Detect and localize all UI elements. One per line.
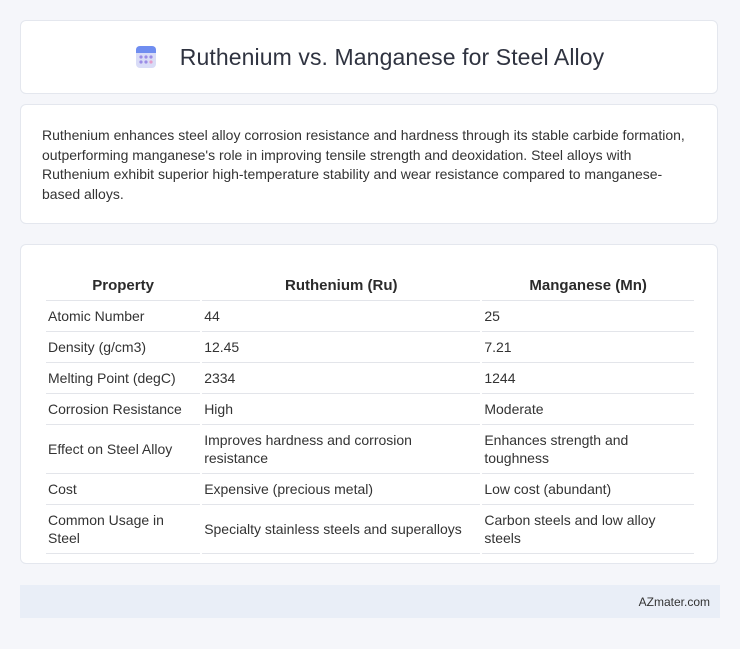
table-row: Common Usage in Steel Specialty stainles… xyxy=(46,505,694,554)
property-cell: Melting Point (degC) xyxy=(46,363,201,394)
footer-bar: AZmater.com xyxy=(20,585,720,618)
property-cell: Corrosion Resistance xyxy=(46,394,201,425)
ruthenium-cell: 12.45 xyxy=(202,332,481,363)
title-wrap: Ruthenium vs. Manganese for Steel Alloy xyxy=(134,44,605,71)
ruthenium-cell: 44 xyxy=(202,301,481,332)
title-card: Ruthenium vs. Manganese for Steel Alloy xyxy=(20,20,718,94)
manganese-cell: Enhances strength and toughness xyxy=(482,425,694,474)
comparison-table: Property Ruthenium (Ru) Manganese (Mn) A… xyxy=(44,265,696,554)
header-ruthenium: Ruthenium (Ru) xyxy=(202,265,481,301)
table-row: Melting Point (degC) 2334 1244 xyxy=(46,363,694,394)
property-cell: Common Usage in Steel xyxy=(46,505,201,554)
manganese-cell: Moderate xyxy=(482,394,694,425)
manganese-cell: 25 xyxy=(482,301,694,332)
table-row: Atomic Number 44 25 xyxy=(46,301,694,332)
ruthenium-cell: High xyxy=(202,394,481,425)
table-row: Cost Expensive (precious metal) Low cost… xyxy=(46,474,694,505)
ruthenium-cell: Expensive (precious metal) xyxy=(202,474,481,505)
ruthenium-cell: 2334 xyxy=(202,363,481,394)
manganese-cell: 1244 xyxy=(482,363,694,394)
intro-text: Ruthenium enhances steel alloy corrosion… xyxy=(42,127,685,202)
manganese-cell: Carbon steels and low alloy steels xyxy=(482,505,694,554)
table-header-row: Property Ruthenium (Ru) Manganese (Mn) xyxy=(46,265,694,301)
table-row: Effect on Steel Alloy Improves hardness … xyxy=(46,425,694,474)
intro-card: Ruthenium enhances steel alloy corrosion… xyxy=(20,104,718,224)
table-row: Corrosion Resistance High Moderate xyxy=(46,394,694,425)
property-cell: Density (g/cm3) xyxy=(46,332,201,363)
ruthenium-cell: Improves hardness and corrosion resistan… xyxy=(202,425,481,474)
table-card: Property Ruthenium (Ru) Manganese (Mn) A… xyxy=(20,244,718,564)
footer-brand[interactable]: AZmater.com xyxy=(639,595,710,609)
header-manganese: Manganese (Mn) xyxy=(482,265,694,301)
manganese-cell: 7.21 xyxy=(482,332,694,363)
manganese-cell: Low cost (abundant) xyxy=(482,474,694,505)
table-row: Density (g/cm3) 12.45 7.21 xyxy=(46,332,694,363)
ruthenium-cell: Specialty stainless steels and superallo… xyxy=(202,505,481,554)
page-title: Ruthenium vs. Manganese for Steel Alloy xyxy=(179,43,605,70)
property-cell: Atomic Number xyxy=(46,301,201,332)
header-property: Property xyxy=(46,265,201,301)
property-cell: Cost xyxy=(46,474,201,505)
calculator-icon xyxy=(135,46,156,68)
property-cell: Effect on Steel Alloy xyxy=(46,425,201,474)
